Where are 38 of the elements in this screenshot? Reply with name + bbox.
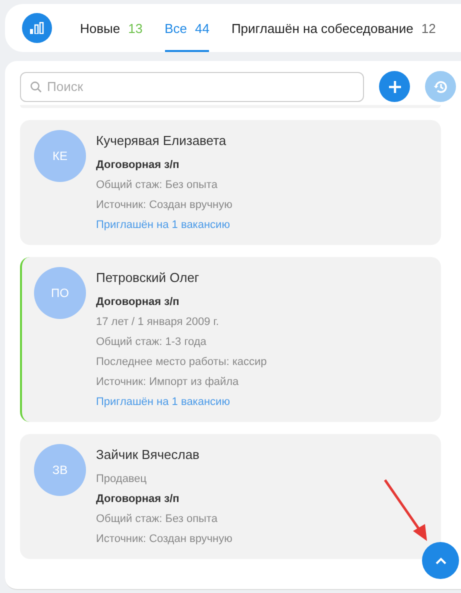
bar-chart-icon bbox=[30, 22, 44, 34]
arrow-drawing bbox=[383, 478, 429, 542]
info-text: 17 лет / 1 января 2009 г. bbox=[96, 316, 220, 328]
candidate-name: Петровский Олег bbox=[96, 270, 200, 285]
salary-text: Договорная з/п bbox=[96, 493, 180, 505]
plus-icon bbox=[388, 80, 402, 94]
info-text: Источник: Импорт из файла bbox=[96, 376, 240, 388]
tab-label: Приглашён на собеседование bbox=[231, 20, 414, 36]
info-text: Источник: Создан вручную bbox=[96, 199, 232, 211]
info-text: Общий стаж: Без опыта bbox=[96, 513, 218, 525]
info-text: Последнее место работы: кассир bbox=[96, 356, 267, 368]
tab-label: Новые bbox=[80, 20, 120, 36]
tab-count: 44 bbox=[194, 20, 210, 36]
candidate-card[interactable]: КЕ Кучерявая Елизавета Договорная з/п Общий стаж: Без опыта Источник: Создан вручную Приглашён на 1 вакансию bbox=[20, 120, 441, 245]
info-text: Общий стаж: Без опыта bbox=[96, 179, 218, 191]
position-text: Продавец bbox=[96, 473, 148, 485]
logo[interactable] bbox=[22, 13, 52, 43]
avatar: КЕ bbox=[34, 130, 86, 182]
info-text: Источник: Создан вручную bbox=[96, 533, 232, 545]
tab-label: Все bbox=[164, 20, 187, 36]
search-field[interactable]: Поиск bbox=[20, 72, 364, 102]
tab[interactable]: Все 44 bbox=[164, 4, 210, 52]
tab[interactable]: Новые 13 bbox=[80, 4, 143, 52]
tab-count: 13 bbox=[128, 20, 143, 36]
avatar: ЗВ bbox=[34, 444, 86, 496]
candidate-card[interactable]: ПО Петровский Олег Договорная з/п 17 лет / 1 января 2009 г. Общий стаж: 1-3 года Последнее место работы: кассир Источник: Импорт из файла Приглашён на 1 вакансию bbox=[20, 257, 441, 422]
candidate-card[interactable]: ЗВ Зайчик Вячеслав Продавец Договорная з/п Общий стаж: Без опыта Источник: Создан вручную bbox=[20, 434, 441, 559]
history-icon bbox=[432, 78, 448, 94]
avatar: ПО bbox=[34, 267, 86, 319]
chevron-up-icon bbox=[434, 556, 446, 564]
tab-count: 12 bbox=[421, 20, 436, 36]
salary-text: Договорная з/п bbox=[96, 159, 180, 171]
candidate-name: Зайчик Вячеслав bbox=[96, 447, 200, 462]
candidate-name: Кучерявая Елизавета bbox=[96, 133, 228, 148]
tab[interactable]: Приглашён на собеседование 12 bbox=[231, 4, 436, 52]
salary-text: Договорная з/п bbox=[96, 296, 180, 308]
add-button[interactable] bbox=[379, 71, 410, 102]
info-text: Общий стаж: 1-3 года bbox=[96, 336, 208, 348]
